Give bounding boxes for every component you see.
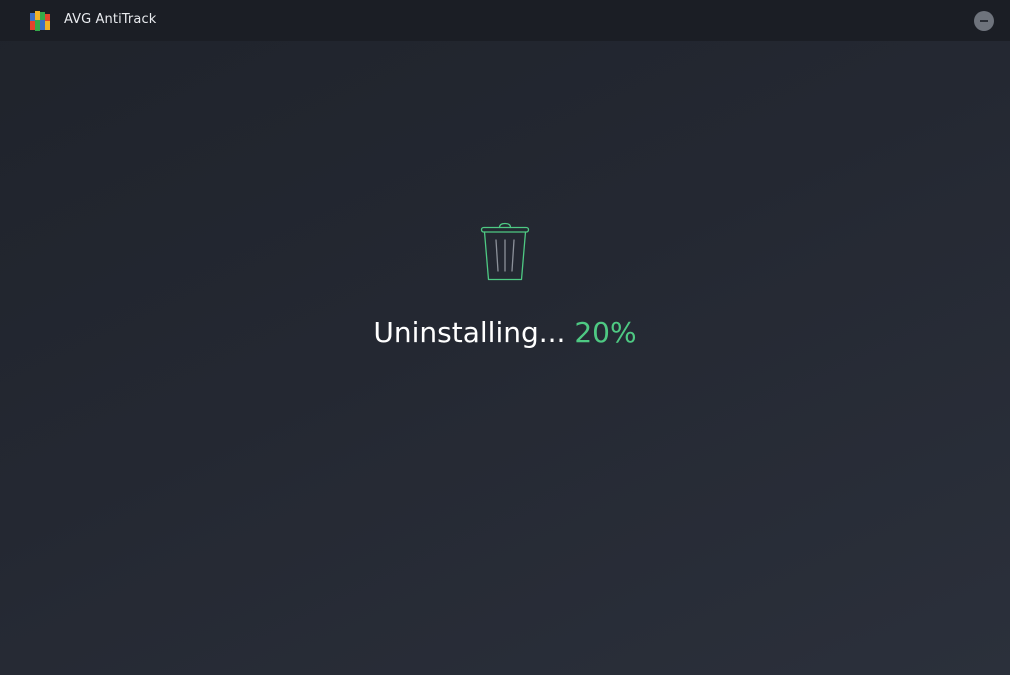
progress-percent: 20% xyxy=(574,316,637,349)
app-title: AVG AntiTrack xyxy=(64,12,157,27)
uninstall-window: AVG AntiTrack Uninstalling... 20% xyxy=(0,0,1010,675)
avg-logo-icon xyxy=(29,10,51,32)
trash-icon xyxy=(478,221,532,283)
uninstall-status: Uninstalling... 20% xyxy=(0,314,1010,352)
minimize-button[interactable] xyxy=(974,11,994,31)
status-label: Uninstalling... xyxy=(373,316,566,349)
title-bar[interactable]: AVG AntiTrack xyxy=(0,0,1010,41)
minimize-icon xyxy=(980,20,988,22)
